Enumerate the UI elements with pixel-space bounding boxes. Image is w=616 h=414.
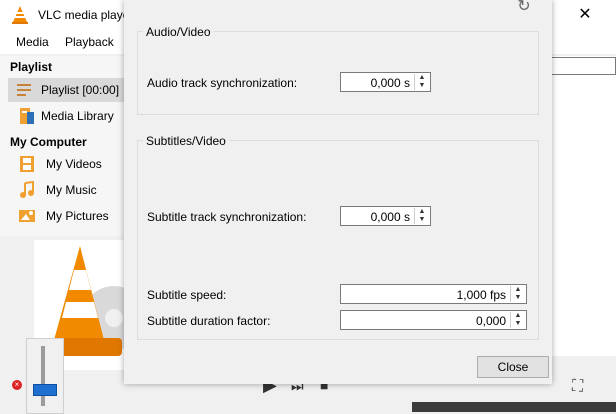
decrement-arrow-icon[interactable]: ▼ (513, 294, 523, 301)
spinbox-arrows: ▲ ▼ (510, 312, 525, 328)
subtitle-speed-spinbox[interactable]: 1,000 fps ▲ ▼ (340, 284, 527, 304)
increment-arrow-icon[interactable]: ▲ (513, 312, 523, 319)
sidebar-item-my-pictures[interactable]: My Pictures (10, 204, 124, 228)
vlc-logo-icon (12, 6, 28, 24)
menu-media[interactable]: Media (16, 35, 49, 49)
playlist-icon (17, 84, 31, 96)
sidebar-item-my-music[interactable]: My Music (10, 178, 124, 202)
audio-sync-label: Audio track synchronization: (147, 76, 298, 90)
volume-slider[interactable] (26, 338, 64, 414)
subtitle-speed-label: Subtitle speed: (147, 288, 227, 302)
videos-icon (20, 156, 34, 172)
subtitle-sync-spinbox[interactable]: 0,000 s ▲ ▼ (340, 206, 431, 226)
decrement-arrow-icon[interactable]: ▼ (417, 82, 427, 89)
audio-sync-value: 0,000 s (370, 76, 410, 90)
music-icon (20, 181, 34, 198)
search-input[interactable] (546, 57, 616, 75)
refresh-icon[interactable]: ↻ (514, 0, 534, 16)
media-library-icon (20, 108, 34, 124)
volume-thumb[interactable] (33, 384, 57, 396)
pictures-icon (19, 210, 35, 222)
sidebar-item-label: My Videos (46, 157, 102, 171)
increment-arrow-icon[interactable]: ▲ (513, 286, 523, 293)
subtitle-duration-label: Subtitle duration factor: (147, 314, 271, 328)
sidebar-item-my-videos[interactable]: My Videos (10, 152, 124, 176)
taskbar-edge (412, 402, 616, 412)
sidebar-item-playlist[interactable]: Playlist [00:00] (8, 78, 126, 102)
volume-track (41, 346, 45, 406)
sidebar-item-media-library[interactable]: Media Library (10, 104, 124, 128)
fullscreen-button[interactable]: ⛶ (572, 378, 583, 396)
close-button[interactable]: Close (477, 356, 549, 378)
subtitle-speed-value: 1,000 fps (456, 288, 506, 302)
increment-arrow-icon[interactable]: ▲ (417, 208, 427, 215)
right-panel (546, 56, 616, 356)
spinbox-arrows: ▲ ▼ (414, 208, 429, 224)
sidebar-item-label: My Music (46, 183, 97, 197)
close-icon[interactable]: ✕ (570, 3, 600, 27)
decrement-arrow-icon[interactable]: ▼ (513, 320, 523, 327)
menu-playback[interactable]: Playback (65, 35, 114, 49)
subtitle-duration-value: 0,000 (475, 314, 506, 328)
decrement-arrow-icon[interactable]: ▼ (417, 216, 427, 223)
window-title: VLC media playe (38, 8, 128, 22)
audio-video-group (137, 31, 539, 115)
mute-icon[interactable]: × (12, 380, 22, 390)
group-title-subtitles-video: Subtitles/Video (143, 134, 229, 148)
sidebar-item-label: Media Library (41, 109, 114, 123)
group-title-audio-video: Audio/Video (143, 25, 214, 39)
sidebar-header-my-computer: My Computer (10, 135, 87, 149)
audio-sync-spinbox[interactable]: 0,000 s ▲ ▼ (340, 72, 431, 92)
increment-arrow-icon[interactable]: ▲ (417, 74, 427, 81)
subtitle-sync-value: 0,000 s (370, 210, 410, 224)
subtitle-duration-spinbox[interactable]: 0,000 ▲ ▼ (340, 310, 527, 330)
sidebar-item-label: Playlist [00:00] (41, 83, 120, 97)
spinbox-arrows: ▲ ▼ (414, 74, 429, 90)
sidebar-header-playlist: Playlist (10, 60, 53, 74)
sidebar-item-label: My Pictures (46, 209, 109, 223)
spinbox-arrows: ▲ ▼ (510, 286, 525, 302)
subtitle-sync-label: Subtitle track synchronization: (147, 210, 307, 224)
